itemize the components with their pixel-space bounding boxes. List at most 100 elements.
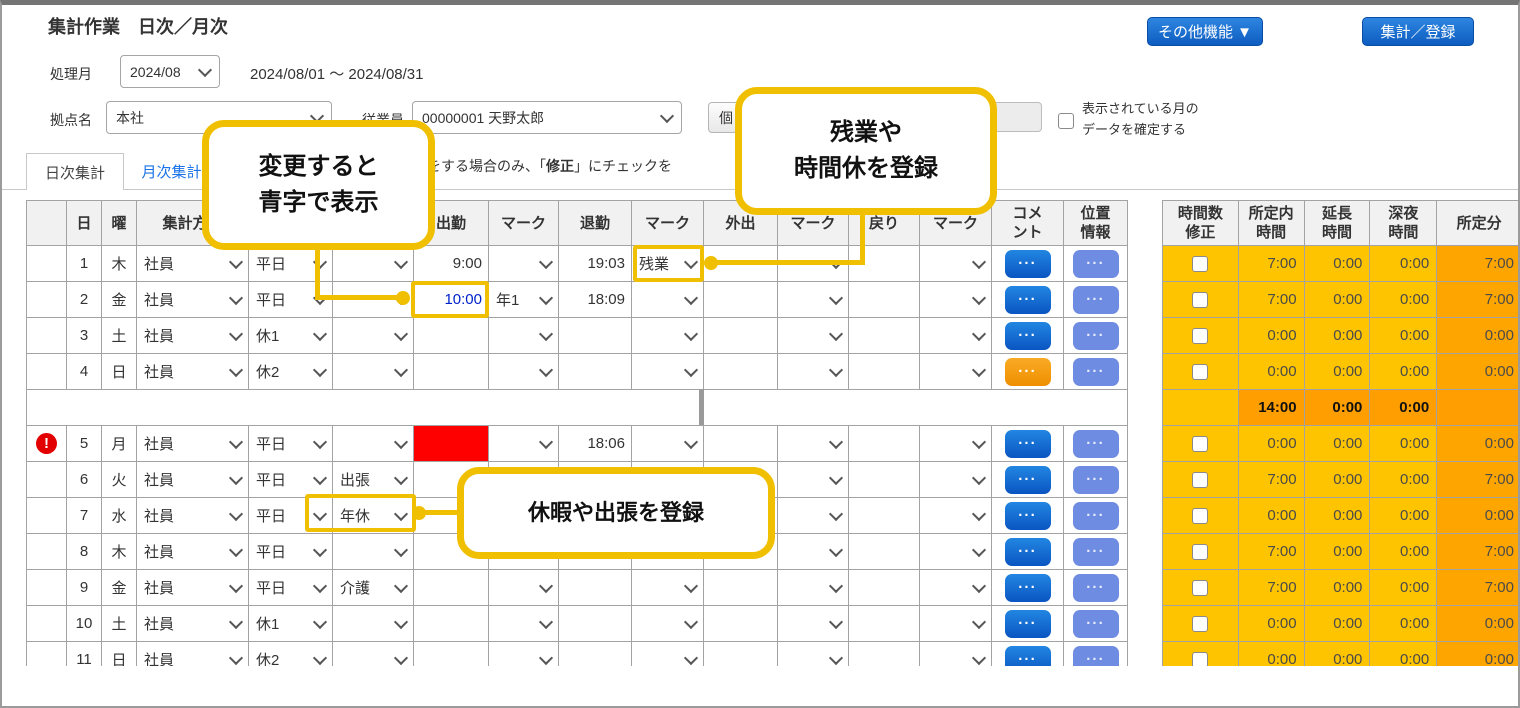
geo-info-button[interactable]: ... — [1073, 286, 1119, 314]
return-time-input[interactable] — [849, 570, 920, 606]
end-mark-select[interactable] — [632, 297, 703, 303]
geo-info-button[interactable]: ... — [1073, 646, 1119, 667]
geo-info-button[interactable]: ... — [1073, 358, 1119, 386]
hours-fix-checkbox[interactable] — [1192, 256, 1208, 272]
return-time-input[interactable] — [849, 318, 920, 354]
hours-fix-checkbox[interactable] — [1192, 364, 1208, 380]
hours-fix-checkbox[interactable] — [1192, 580, 1208, 596]
start-time-input[interactable] — [414, 426, 489, 462]
return-time-input[interactable] — [849, 426, 920, 462]
geo-info-button[interactable]: ... — [1073, 610, 1119, 638]
out-mark-select[interactable] — [778, 477, 848, 483]
out-mark-select[interactable] — [778, 621, 848, 627]
return-time-input[interactable] — [849, 642, 920, 667]
return-mark-select[interactable] — [920, 297, 991, 303]
return-mark-select[interactable] — [920, 441, 991, 447]
start-mark-select[interactable] — [489, 261, 558, 267]
summary-method-select[interactable]: 社員 — [137, 541, 248, 562]
comment-button[interactable]: ... — [1005, 430, 1051, 458]
hours-fix-checkbox[interactable] — [1192, 328, 1208, 344]
hours-fix-checkbox[interactable] — [1192, 472, 1208, 488]
start-time-input[interactable] — [414, 606, 489, 642]
out-time-input[interactable] — [704, 642, 778, 667]
return-mark-select[interactable] — [920, 369, 991, 375]
out-time-input[interactable] — [704, 570, 778, 606]
workday-type-select[interactable]: 休2 — [249, 649, 332, 666]
start-mark-select[interactable] — [489, 657, 558, 663]
day-mark-select[interactable] — [333, 657, 413, 663]
workday-type-select[interactable]: 休1 — [249, 325, 332, 346]
return-mark-select[interactable] — [920, 261, 991, 267]
aggregate-register-button[interactable]: 集計／登録 — [1362, 17, 1474, 46]
return-time-input[interactable] — [849, 606, 920, 642]
end-time-input[interactable]: 19:03 — [559, 246, 632, 282]
comment-button[interactable]: ... — [1005, 502, 1051, 530]
end-mark-select[interactable] — [632, 441, 703, 447]
return-mark-select[interactable] — [920, 585, 991, 591]
end-mark-select[interactable] — [632, 585, 703, 591]
summary-method-select[interactable]: 社員 — [137, 469, 248, 490]
other-functions-button[interactable]: その他機能 ▼ — [1147, 17, 1263, 46]
summary-method-select[interactable]: 社員 — [137, 325, 248, 346]
hours-fix-checkbox[interactable] — [1192, 436, 1208, 452]
end-time-input[interactable] — [559, 354, 632, 390]
day-mark-select[interactable] — [333, 369, 413, 375]
end-mark-select[interactable] — [632, 621, 703, 627]
day-mark-select[interactable]: 介護 — [333, 577, 413, 598]
comment-button[interactable]: ... — [1005, 358, 1051, 386]
summary-method-select[interactable]: 社員 — [137, 649, 248, 666]
return-mark-select[interactable] — [920, 333, 991, 339]
out-mark-select[interactable] — [778, 657, 848, 663]
start-time-input[interactable]: 9:00 — [414, 246, 489, 282]
return-mark-select[interactable] — [920, 657, 991, 663]
out-time-input[interactable] — [704, 282, 778, 318]
comment-button[interactable]: ... — [1005, 574, 1051, 602]
return-time-input[interactable] — [849, 498, 920, 534]
day-mark-select[interactable] — [333, 621, 413, 627]
geo-info-button[interactable]: ... — [1073, 574, 1119, 602]
return-mark-select[interactable] — [920, 513, 991, 519]
start-time-input[interactable] — [414, 318, 489, 354]
hours-fix-checkbox[interactable] — [1192, 292, 1208, 308]
end-mark-select[interactable] — [632, 333, 703, 339]
workday-type-select[interactable]: 平日 — [249, 469, 332, 490]
process-month-select[interactable]: 2024/08 — [120, 55, 220, 88]
return-mark-select[interactable] — [920, 549, 991, 555]
return-mark-select[interactable] — [920, 621, 991, 627]
summary-method-select[interactable]: 社員 — [137, 253, 248, 274]
out-time-input[interactable] — [704, 354, 778, 390]
end-time-input[interactable]: 18:09 — [559, 282, 632, 318]
hours-fix-checkbox[interactable] — [1192, 652, 1208, 667]
hours-fix-checkbox[interactable] — [1192, 544, 1208, 560]
comment-button[interactable]: ... — [1005, 286, 1051, 314]
start-mark-select[interactable] — [489, 369, 558, 375]
summary-method-select[interactable]: 社員 — [137, 613, 248, 634]
end-time-input[interactable] — [559, 606, 632, 642]
start-mark-select[interactable] — [489, 441, 558, 447]
comment-button[interactable]: ... — [1005, 466, 1051, 494]
hours-fix-checkbox[interactable] — [1192, 616, 1208, 632]
geo-info-button[interactable]: ... — [1073, 250, 1119, 278]
end-time-input[interactable] — [559, 570, 632, 606]
geo-info-button[interactable]: ... — [1073, 430, 1119, 458]
workday-type-select[interactable]: 平日 — [249, 577, 332, 598]
day-mark-select[interactable] — [333, 441, 413, 447]
end-mark-select[interactable] — [632, 369, 703, 375]
start-mark-select[interactable] — [489, 333, 558, 339]
return-time-input[interactable] — [849, 534, 920, 570]
geo-info-button[interactable]: ... — [1073, 538, 1119, 566]
day-mark-select[interactable]: 出張 — [333, 469, 413, 490]
return-time-input[interactable] — [849, 282, 920, 318]
summary-method-select[interactable]: 社員 — [137, 361, 248, 382]
out-time-input[interactable] — [704, 318, 778, 354]
start-mark-select[interactable] — [489, 585, 558, 591]
out-mark-select[interactable] — [778, 441, 848, 447]
start-time-input[interactable] — [414, 570, 489, 606]
tab-daily-summary[interactable]: 日次集計 — [26, 153, 124, 190]
return-time-input[interactable] — [849, 462, 920, 498]
start-time-input[interactable] — [414, 354, 489, 390]
confirm-month-checkbox[interactable] — [1058, 113, 1074, 129]
geo-info-button[interactable]: ... — [1073, 466, 1119, 494]
summary-method-select[interactable]: 社員 — [137, 505, 248, 526]
comment-button[interactable]: ... — [1005, 610, 1051, 638]
